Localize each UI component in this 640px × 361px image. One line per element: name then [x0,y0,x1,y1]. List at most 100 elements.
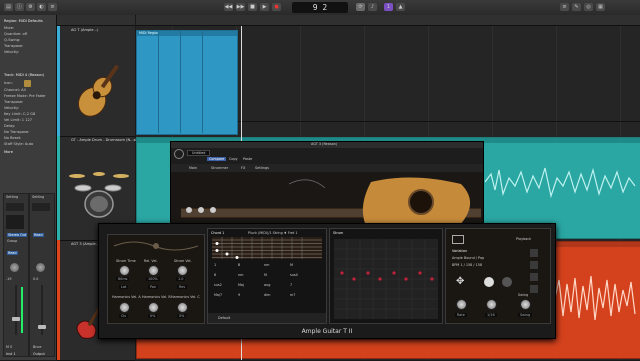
chord-cell[interactable]: nm [264,263,269,267]
track-row-4[interactable]: Velocity: [4,106,19,110]
track-row-9[interactable]: No Reset: [4,136,21,140]
chord-cell[interactable]: B [238,263,240,267]
setting-button-a[interactable]: Setting [6,195,18,199]
fretboard[interactable] [212,237,322,259]
instrument-slot[interactable] [6,215,24,229]
pattern-button-2[interactable] [530,261,538,269]
rewind-button[interactable]: ◀◀ [224,3,233,11]
inspector-button[interactable]: ⓘ [15,3,24,11]
compare-button[interactable]: Compare [207,157,227,161]
record-button[interactable]: ● [272,3,281,11]
track-name[interactable]: AG T (Ample...) [71,28,98,32]
region-row-2[interactable]: Q-Swing: [4,38,20,42]
menu-main[interactable]: Main [189,166,197,170]
track-row-10[interactable]: Staff Style: Auto [4,142,33,146]
rel-vel-knob[interactable] [148,265,159,276]
chord-cell[interactable]: nm [238,273,243,277]
chord-cell[interactable]: aug [264,283,270,287]
volume-fader-out-knob[interactable] [38,325,46,329]
track-row-7[interactable]: Delay: [4,124,15,128]
toolbar-button[interactable]: ⚙ [26,3,35,11]
track-row-8[interactable]: No Transpose: [4,130,29,134]
setting-button-b[interactable]: Setting [32,195,44,199]
strum-vel-knob[interactable] [177,265,188,276]
read-button[interactable]: Read [7,251,18,255]
track-row-6[interactable]: Vel Limit: 1 127 [4,118,32,122]
knob-value-3[interactable]: Lat [119,285,129,289]
ms-buttons[interactable]: M S [6,345,12,349]
track-header[interactable]: Track: MIDI 4 (Reason) [4,73,44,77]
chord-cell[interactable]: Maj7 [214,293,222,297]
preset-menu[interactable]: Untitled [187,150,211,156]
bounce-button[interactable]: Bnce [33,345,41,349]
list-editors-button[interactable]: ≡ [560,3,569,11]
folder-icon[interactable] [452,235,464,244]
pan-knob-out[interactable] [36,263,45,272]
ruler[interactable] [136,15,640,26]
copy-button[interactable]: Copy [229,157,238,161]
harmonics-b-knob[interactable] [148,302,159,313]
stereo-out-button[interactable]: Stereo Out [7,233,28,237]
menu-settings[interactable]: Settings [255,166,269,170]
playback-title[interactable]: Playback [516,237,531,241]
mixer-button[interactable]: ≡ [48,3,57,11]
play-button[interactable]: ▶ [260,3,269,11]
solo-button[interactable]: S [10,345,12,349]
knob-value-5[interactable]: Rev [177,285,188,289]
stop-pattern-button[interactable] [502,277,512,287]
menu-strummer[interactable]: Strummer [211,166,228,170]
region-header[interactable]: Region: MIDI Defaults [4,19,43,23]
smart-controls-button[interactable]: ◐ [37,3,46,11]
knob-value-4[interactable]: Pan [148,285,159,289]
chord-cell[interactable]: 6 [214,273,216,277]
pattern-button-1[interactable] [530,249,538,257]
track-row-2[interactable]: Freeze Mode: Pre Fader [4,94,46,98]
chord-cell[interactable]: m7 [290,293,295,297]
tuner-button[interactable]: ♪ [368,3,377,11]
chord-header[interactable]: Pluck (MIDI)/1 String ♦ Fret 1 [248,231,298,235]
library-button[interactable]: ▤ [4,3,13,11]
track-icon[interactable] [24,80,31,87]
resolution-knob[interactable] [486,299,497,310]
track-name[interactable]: GT - Ample Drum - Drumroom (N...st) [71,138,138,142]
pattern-button-4[interactable] [530,285,538,293]
cycle-button[interactable]: ⟳ [356,3,365,11]
menu-fx[interactable]: FX [241,166,245,170]
region-row-4[interactable]: Velocity: [4,50,19,54]
chord-default[interactable]: Default [218,316,230,320]
play-pattern-button[interactable] [484,277,494,287]
chord-cell[interactable]: Maj [238,283,244,287]
track-header-0[interactable]: AG T (Ample...) [57,26,135,137]
harmonics-c-knob[interactable] [177,302,188,313]
pattern-value[interactable]: Ample Bound / Pop [452,256,484,260]
group-label[interactable]: Group [7,239,17,243]
chord-cell[interactable]: 9 [238,293,240,297]
forward-button[interactable]: ▶▶ [236,3,245,11]
strum-time-knob[interactable] [119,265,130,276]
track-row-1[interactable]: Channel: All [4,88,26,92]
eq-display[interactable] [6,203,24,211]
lcd-display[interactable]: 9 2 [292,2,348,13]
rate-knob[interactable] [456,299,467,310]
chord-cell[interactable]: M [264,273,267,277]
paste-button[interactable]: Paste [243,157,252,161]
mute-button[interactable]: M [6,345,9,349]
stop-button[interactable]: ■ [248,3,257,11]
pan-knob[interactable] [10,263,19,272]
volume-fader-knob[interactable] [12,317,20,321]
power-icon[interactable] [174,149,184,159]
metronome-button[interactable]: ▲ [396,3,405,11]
notepad-button[interactable]: ✎ [572,3,581,11]
chord-cell[interactable]: sus2 [214,283,222,287]
volume-fader-track[interactable] [15,285,17,335]
swing-knob[interactable] [520,299,531,310]
track-name[interactable]: AGT 3 (Ample...) [71,242,101,246]
region-row-3[interactable]: Transpose: [4,44,23,48]
midi-region[interactable]: MIDI Region [136,30,238,135]
chord-cell[interactable]: M [290,263,293,267]
chord-cell[interactable]: 1 [214,263,216,267]
pattern-button-3[interactable] [530,273,538,281]
count-in-button[interactable]: 1 [384,3,393,11]
track-row-5[interactable]: Key Limit: C-2 G8 [4,112,35,116]
more-label[interactable]: More [4,150,13,154]
